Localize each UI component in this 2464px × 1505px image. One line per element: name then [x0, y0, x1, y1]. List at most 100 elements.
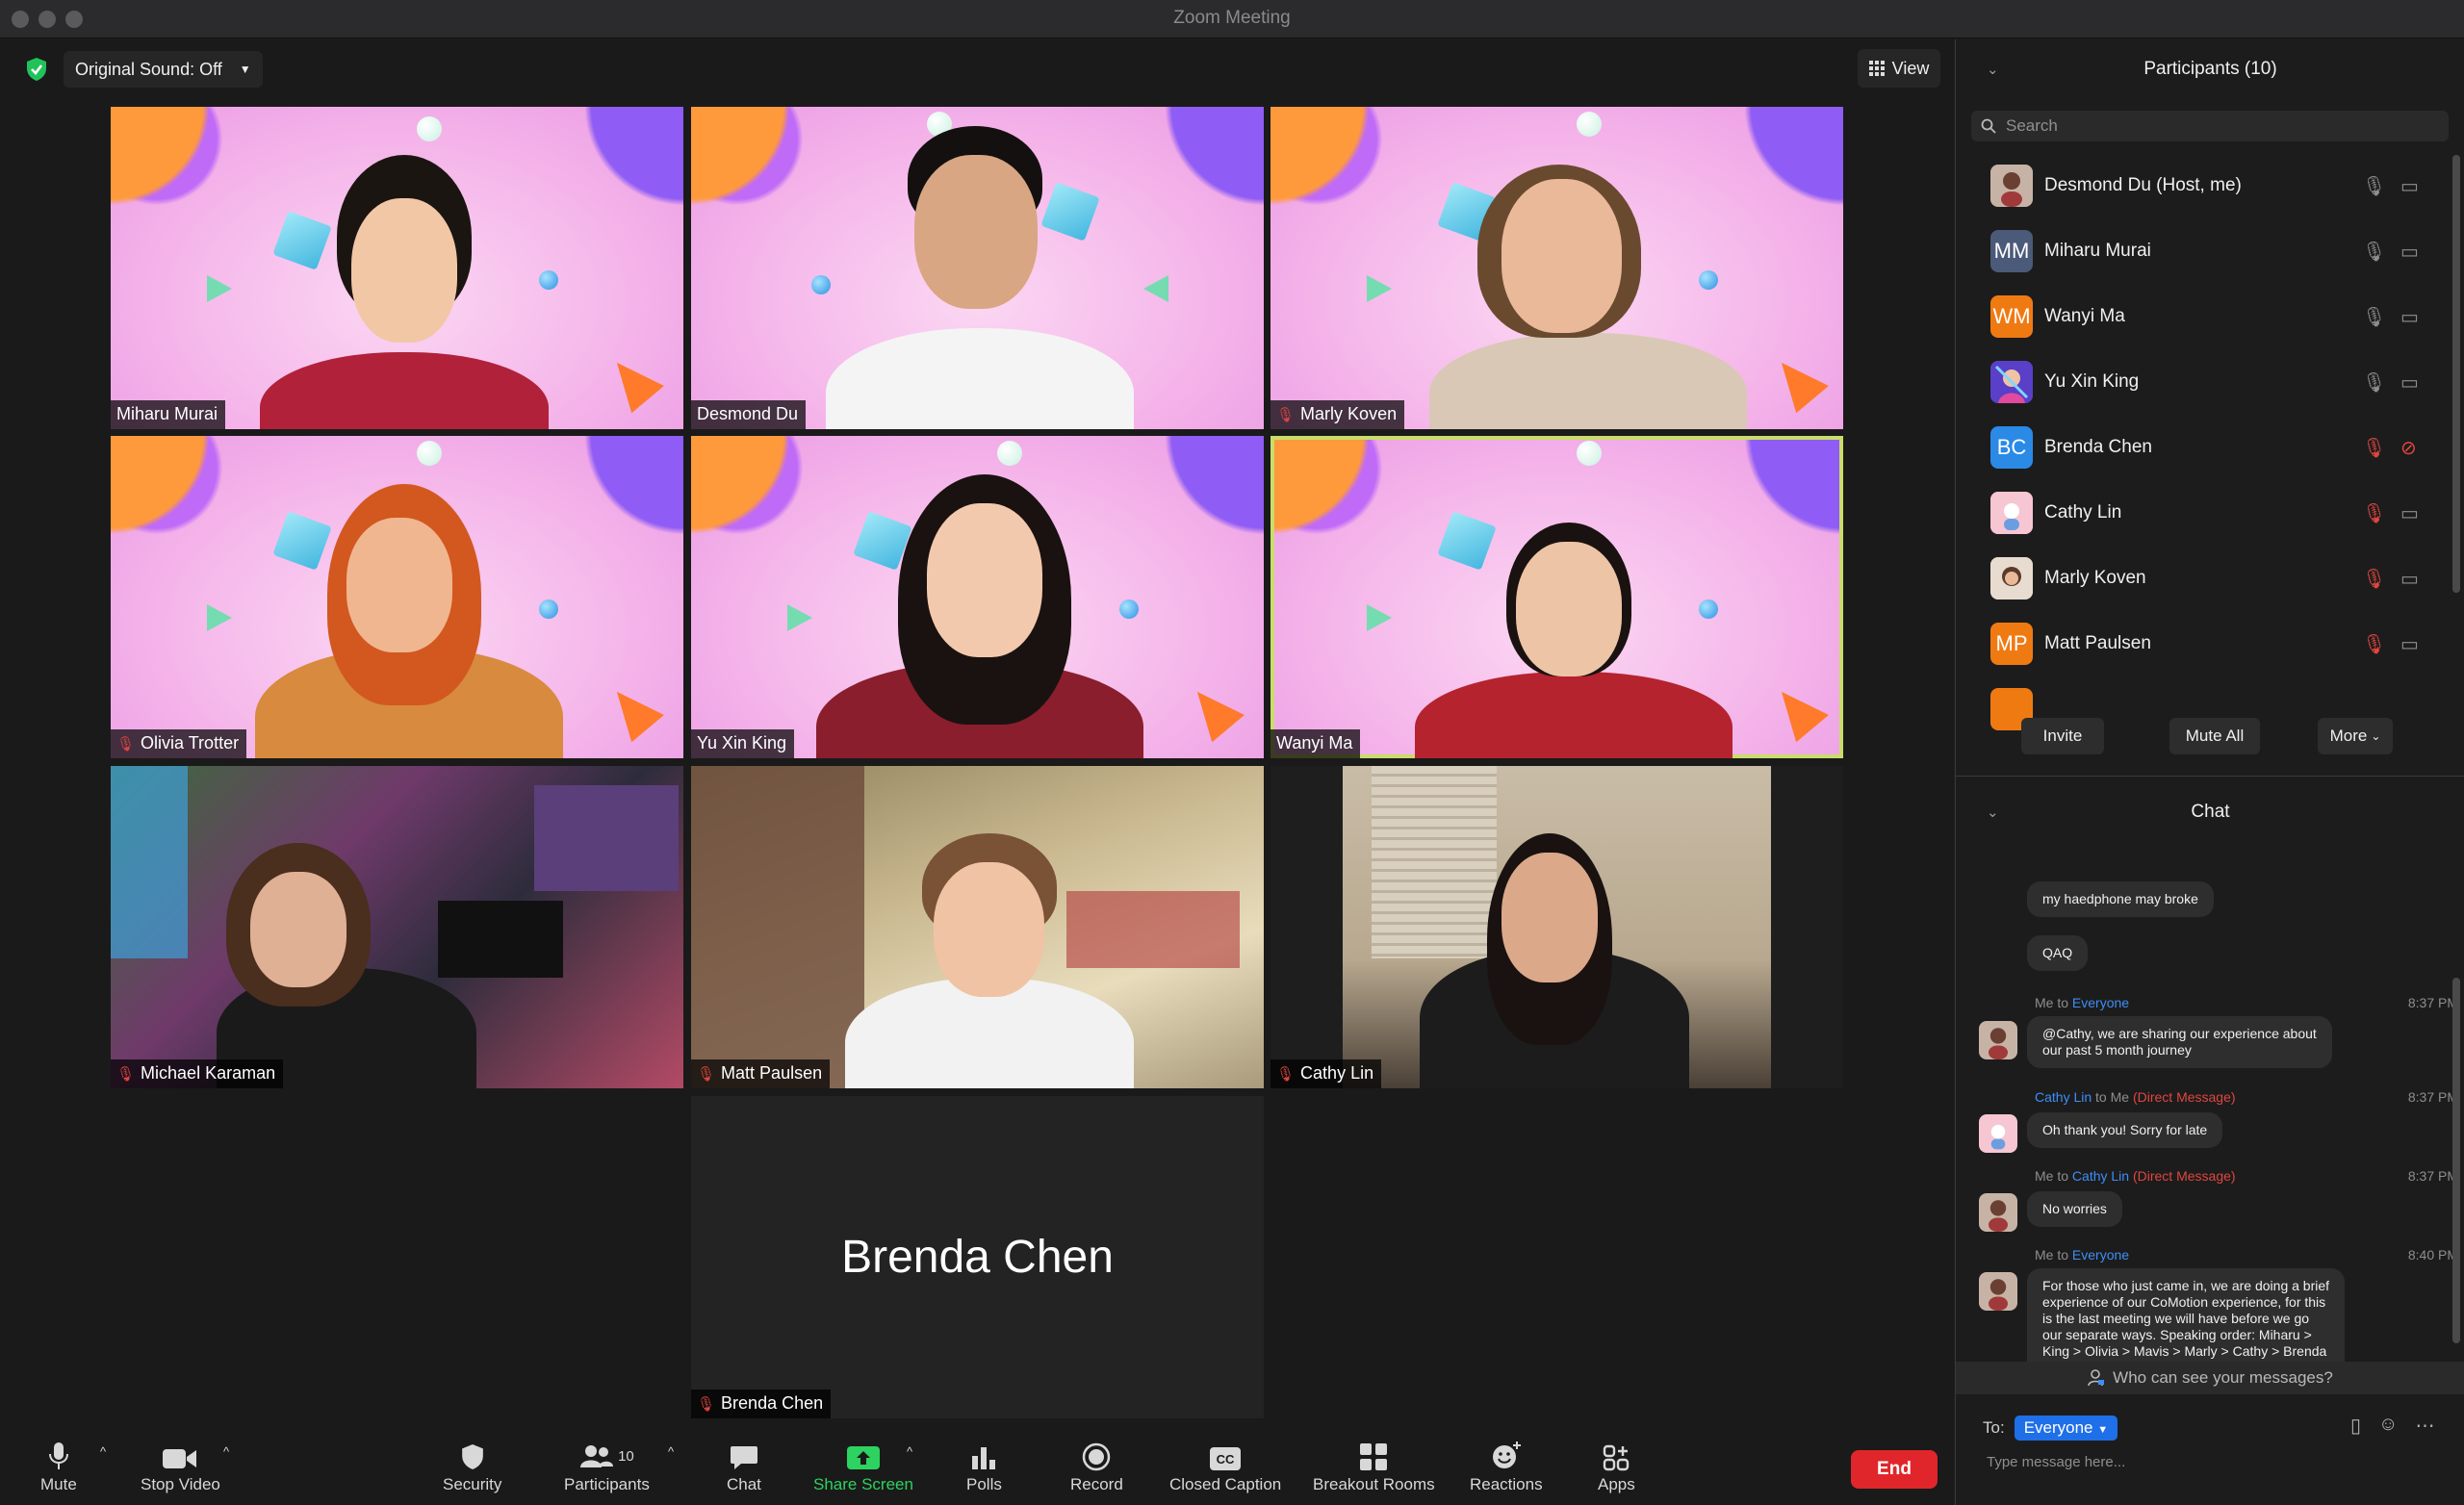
original-sound-toggle[interactable]: Original Sound: Off ▼ — [64, 51, 263, 88]
video-camera-off-icon[interactable]: ⊘ — [2400, 436, 2417, 460]
encryption-shield-icon[interactable] — [25, 57, 48, 82]
end-meeting-button[interactable]: End — [1851, 1450, 1938, 1489]
video-camera-icon[interactable]: ▭ — [2400, 632, 2419, 656]
avatar — [1979, 1272, 2017, 1311]
record-button[interactable]: Record — [1070, 1441, 1123, 1494]
chevron-down-icon: ⌄ — [2371, 729, 2381, 743]
invite-button[interactable]: Invite — [2021, 718, 2104, 754]
participant-name-label: Matt Paulsen — [721, 1063, 823, 1083]
video-tile-miharu-murai[interactable]: Miharu Murai — [111, 107, 683, 429]
avatar — [1990, 557, 2033, 599]
participant-name-label: Yu Xin King — [697, 733, 787, 752]
recipient-select[interactable]: Everyone ▼ — [2014, 1416, 2118, 1441]
video-tile-wanyi-ma[interactable]: Wanyi Ma — [1270, 436, 1843, 758]
share-screen-button[interactable]: Share Screen — [813, 1441, 913, 1494]
video-tile-marly-koven[interactable]: 🎙 Marly Koven — [1270, 107, 1843, 429]
microphone-muted-icon[interactable]: 🎙 — [2362, 436, 2386, 460]
mute-all-button[interactable]: Mute All — [2169, 718, 2260, 754]
microphone-icon[interactable]: 🎙 — [2362, 174, 2386, 198]
microphone-icon[interactable]: 🎙 — [2362, 305, 2386, 329]
mute-button[interactable]: Mute — [40, 1441, 77, 1494]
video-camera-icon[interactable]: ▭ — [2400, 567, 2419, 591]
microphone-icon[interactable]: 🎙 — [2362, 370, 2386, 395]
participants-list: Desmond Du (Host, me) 🎙 ▭ MM Miharu Mura… — [1956, 153, 2447, 740]
microphone-muted-icon[interactable]: 🎙 — [2362, 501, 2386, 525]
message-time: 8:40 PM — [2407, 1247, 2456, 1263]
breakout-rooms-icon — [1360, 1443, 1388, 1470]
search-placeholder: Search — [2006, 116, 2058, 135]
video-camera-icon[interactable]: ▭ — [2400, 501, 2419, 525]
video-camera-icon[interactable]: ▭ — [2400, 240, 2419, 264]
microphone-icon[interactable]: 🎙 — [2362, 240, 2386, 264]
collapse-chevron-icon[interactable]: ⌄ — [1987, 61, 1999, 78]
participant-search-field[interactable]: Search — [1971, 111, 2449, 141]
security-button[interactable]: Security — [443, 1441, 501, 1494]
chat-button[interactable]: Chat — [727, 1441, 761, 1494]
panel-divider — [1956, 776, 2464, 777]
participant-row[interactable]: Yu Xin King 🎙 ▭ — [1956, 349, 2447, 415]
participant-row[interactable]: WM Wanyi Ma 🎙 ▭ — [1956, 284, 2447, 349]
apps-button[interactable]: Apps — [1598, 1441, 1635, 1494]
participants-button[interactable]: 10 Participants — [564, 1441, 650, 1494]
participant-row[interactable]: Marly Koven 🎙 ▭ — [1956, 546, 2447, 611]
participants-options-caret[interactable]: ^ — [668, 1444, 674, 1459]
participant-name-label: Desmond Du — [697, 404, 799, 423]
security-label: Security — [443, 1475, 502, 1493]
more-options-icon[interactable]: ⋯ — [2415, 1414, 2434, 1438]
polls-button[interactable]: Polls — [966, 1441, 1002, 1494]
who-can-see-messages-link[interactable]: Who can see your messages? — [1956, 1362, 2464, 1394]
emoji-icon[interactable]: ☺ — [2378, 1414, 2398, 1438]
chat-scrollbar[interactable] — [2452, 978, 2460, 1343]
video-tile-olivia-trotter[interactable]: 🎙 Olivia Trotter — [111, 436, 683, 758]
video-tile-matt-paulsen[interactable]: 🎙 Matt Paulsen — [691, 766, 1264, 1088]
closed-caption-button[interactable]: CC Closed Caption — [1169, 1441, 1281, 1494]
video-tile-desmond-du[interactable]: Desmond Du — [691, 107, 1264, 429]
microphone-muted-icon[interactable]: 🎙 — [2362, 632, 2386, 656]
microphone-icon — [48, 1442, 68, 1469]
video-tile-michael-karaman[interactable]: 🎙 Michael Karaman — [111, 766, 683, 1088]
share-options-caret[interactable]: ^ — [907, 1444, 912, 1459]
participant-name: Cathy Lin — [2044, 502, 2122, 523]
video-camera-icon — [163, 1449, 197, 1468]
chat-message: QAQ — [2027, 935, 2089, 971]
video-camera-icon[interactable]: ▭ — [2400, 174, 2419, 198]
video-tile-brenda-chen[interactable]: Brenda Chen 🎙 Brenda Chen — [691, 1096, 1264, 1418]
video-tile-yu-xin-king[interactable]: Yu Xin King — [691, 436, 1264, 758]
mute-options-caret[interactable]: ^ — [100, 1444, 106, 1459]
avatar — [1979, 1193, 2017, 1232]
video-options-caret[interactable]: ^ — [223, 1444, 229, 1459]
file-icon[interactable]: ▯ — [2350, 1414, 2361, 1438]
muted-mic-icon: 🎙 — [697, 1065, 716, 1083]
participant-row[interactable]: BC Brenda Chen 🎙 ⊘ — [1956, 415, 2447, 480]
participant-row[interactable]: Cathy Lin 🎙 ▭ — [1956, 480, 2447, 546]
microphone-muted-icon[interactable]: 🎙 — [2362, 567, 2386, 591]
window-title: Zoom Meeting — [1173, 8, 1291, 28]
video-camera-icon[interactable]: ▭ — [2400, 305, 2419, 329]
message-meta: Me to Everyone 8:40 PM — [2035, 1247, 2456, 1263]
participant-row[interactable]: MP Matt Paulsen 🎙 ▭ — [1956, 611, 2447, 676]
reactions-button[interactable]: Reactions — [1470, 1441, 1543, 1494]
chat-message: @Cathy, we are sharing our experience ab… — [2027, 1016, 2332, 1068]
more-button[interactable]: More ⌄ — [2318, 718, 2393, 754]
video-tile-cathy-lin[interactable]: 🎙 Cathy Lin — [1270, 766, 1843, 1088]
smiley-plus-icon — [1492, 1441, 1521, 1468]
avatar — [1979, 1114, 2017, 1153]
participant-row[interactable]: MM Miharu Murai 🎙 ▭ — [1956, 218, 2447, 284]
closed-caption-label: Closed Caption — [1169, 1475, 1282, 1493]
breakout-rooms-button[interactable]: Breakout Rooms — [1313, 1441, 1435, 1494]
chat-message-input[interactable]: Type message here... — [1987, 1454, 2125, 1470]
participants-scrollbar[interactable] — [2452, 155, 2460, 593]
participants-icon — [580, 1445, 614, 1467]
stop-video-button[interactable]: Stop Video — [141, 1441, 220, 1494]
collapse-chevron-icon[interactable]: ⌄ — [1987, 804, 1999, 821]
message-bubble: No worries — [2027, 1191, 2122, 1227]
chevron-down-icon: ▼ — [2097, 1424, 2109, 1436]
polls-label: Polls — [966, 1475, 1002, 1493]
video-camera-icon[interactable]: ▭ — [2400, 370, 2419, 395]
view-button[interactable]: View — [1858, 49, 1940, 88]
participant-row[interactable]: Desmond Du (Host, me) 🎙 ▭ — [1956, 153, 2447, 218]
chevron-down-icon[interactable]: ▼ — [240, 63, 251, 76]
avatar: BC — [1990, 426, 2033, 469]
avatar: MM — [1990, 230, 2033, 272]
meeting-toolbar: Mute ^ Stop Video ^ Security 10 Particip… — [0, 1431, 1954, 1505]
